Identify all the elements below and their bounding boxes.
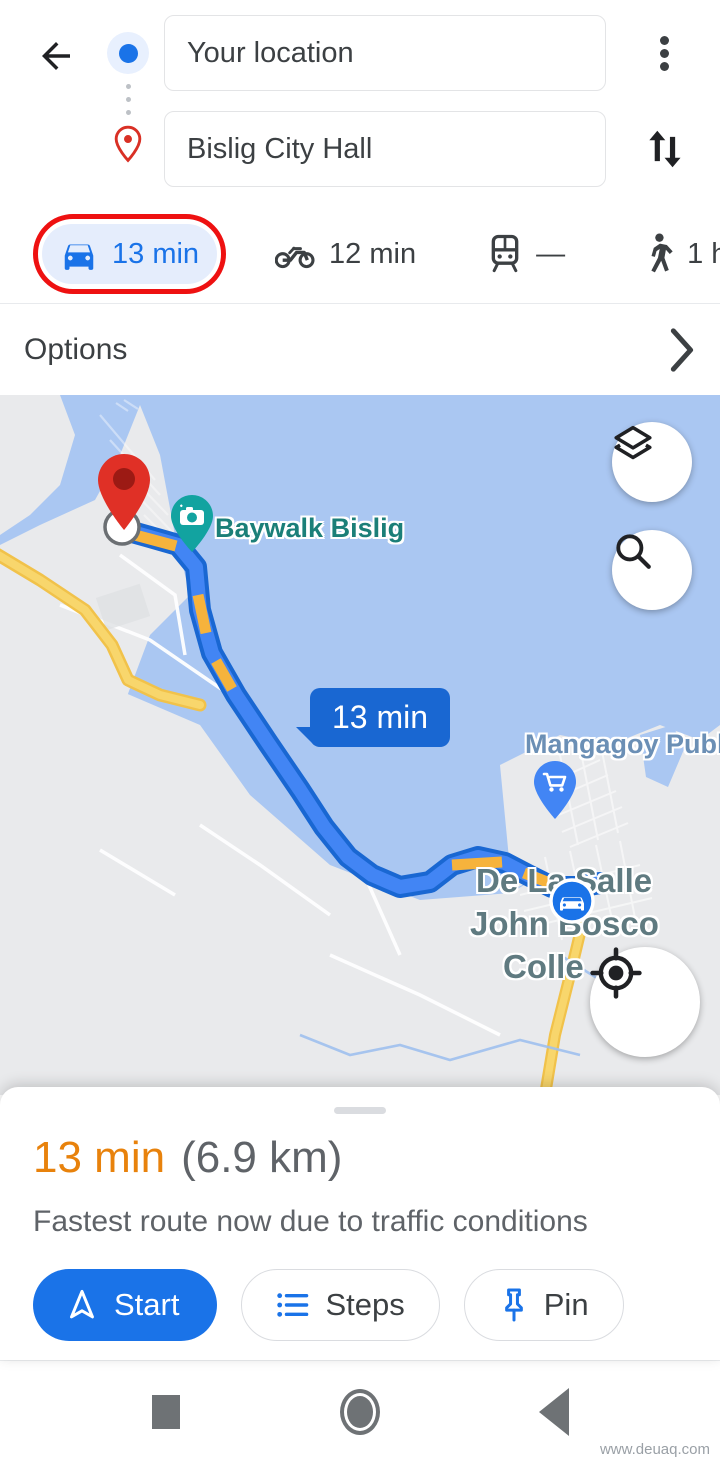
- tab-mode-drive-label: 13 min: [112, 237, 200, 270]
- train-icon: [491, 234, 519, 273]
- tab-mode-motorcycle[interactable]: 12 min: [257, 224, 434, 284]
- destination-marker: [111, 125, 145, 174]
- system-back-button[interactable]: [518, 1376, 590, 1448]
- route-traffic-note: Fastest route now due to traffic conditi…: [33, 1205, 588, 1238]
- swap-vertical-icon: [649, 130, 681, 168]
- map-search-button[interactable]: [612, 530, 692, 610]
- start-navigation-button[interactable]: Start: [33, 1269, 218, 1341]
- tab-mode-transit[interactable]: —: [470, 224, 583, 284]
- walk-icon: [651, 233, 673, 273]
- route-eta-distance: (6.9 km): [181, 1133, 343, 1182]
- circle-icon: [340, 1388, 380, 1435]
- tab-mode-drive[interactable]: 13 min: [33, 214, 227, 294]
- android-navigation-bar: www.deuaq.com: [0, 1360, 720, 1462]
- tab-mode-motorcycle-label: 12 min: [329, 237, 417, 270]
- pin-icon: [504, 1288, 523, 1322]
- swap-endpoints-button[interactable]: [636, 121, 692, 177]
- layers-icon: [614, 425, 652, 460]
- steps-button[interactable]: Steps: [241, 1269, 440, 1341]
- blue-dot-icon: [118, 43, 138, 63]
- map-canvas[interactable]: Baywalk Bislig Mangagoy Publ De La Salle…: [0, 395, 720, 1095]
- route-action-buttons: Start Steps Pin: [33, 1269, 624, 1341]
- destination-input[interactable]: Bislig City Hall: [164, 111, 606, 187]
- overflow-menu-button[interactable]: [636, 25, 692, 81]
- start-button-label: Start: [114, 1287, 180, 1322]
- maps-directions-screen: Your location Bislig City Hall 13 min 12…: [0, 0, 720, 1462]
- search-icon: [616, 534, 651, 569]
- navigation-arrow-icon: [70, 1289, 94, 1319]
- tab-mode-transit-label: —: [536, 237, 566, 270]
- travel-mode-tabs: 13 min 12 min — 1 h: [0, 205, 720, 303]
- options-label: Options: [24, 332, 128, 366]
- sheet-drag-handle[interactable]: [334, 1107, 386, 1114]
- pin-button-label: Pin: [543, 1287, 589, 1322]
- home-button[interactable]: [324, 1376, 396, 1448]
- directions-search-panel: Your location Bislig City Hall 13 min 12…: [0, 0, 720, 395]
- route-endpoint-indicators: [104, 30, 152, 175]
- route-eta-summary: 13 min (6.9 km): [33, 1133, 342, 1183]
- tab-mode-walk[interactable]: 1 hr 23: [623, 224, 720, 284]
- route-dotted-connector: [125, 84, 131, 115]
- tab-mode-walk-label: 1 hr 23: [687, 237, 720, 270]
- motorcycle-icon: [275, 246, 315, 269]
- route-eta-time: 13 min: [33, 1133, 166, 1182]
- route-summary-sheet: 13 min (6.9 km) Fastest route now due to…: [0, 1087, 720, 1360]
- origin-marker: [107, 32, 149, 74]
- list-icon: [277, 1293, 309, 1317]
- arrow-left-icon: [42, 42, 70, 70]
- my-location-icon: [590, 947, 642, 999]
- options-row[interactable]: Options: [0, 303, 720, 395]
- origin-input[interactable]: Your location: [164, 15, 606, 91]
- chevron-right-icon: [670, 327, 694, 372]
- back-button[interactable]: [28, 28, 84, 84]
- recents-button[interactable]: [130, 1376, 202, 1448]
- watermark-text: www.deuaq.com: [599, 1441, 710, 1458]
- square-icon: [152, 1394, 180, 1429]
- map-layers-button[interactable]: [612, 422, 692, 502]
- steps-button-label: Steps: [325, 1287, 405, 1322]
- car-icon: [64, 244, 94, 270]
- my-location-button[interactable]: [590, 947, 700, 1057]
- more-vert-icon: [659, 32, 669, 75]
- route-eta-badge[interactable]: 13 min: [295, 688, 451, 747]
- red-pin-icon: [114, 125, 142, 163]
- triangle-back-icon: [539, 1387, 569, 1436]
- pin-button[interactable]: Pin: [463, 1269, 624, 1341]
